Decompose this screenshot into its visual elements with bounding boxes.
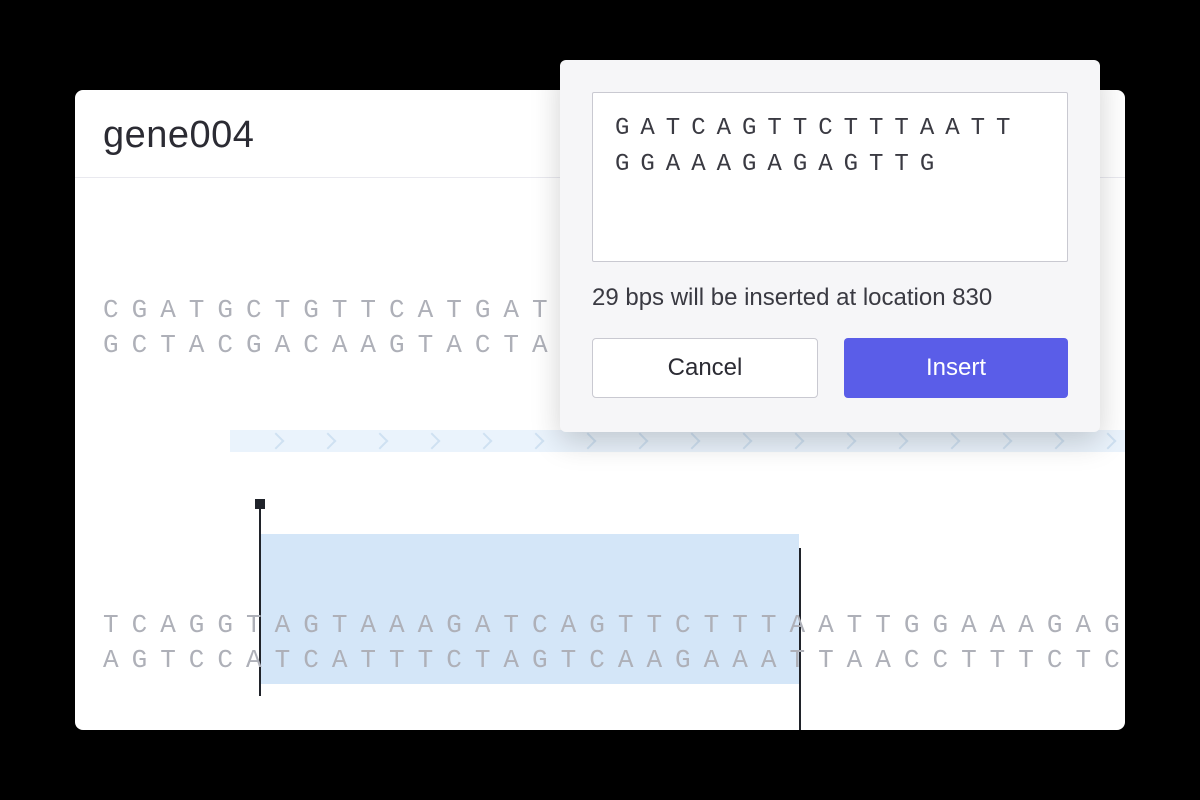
- dialog-actions: Cancel Insert: [592, 338, 1068, 398]
- direction-chevron-icon: [230, 430, 282, 452]
- direction-chevron-icon: [854, 430, 906, 452]
- cancel-button[interactable]: Cancel: [592, 338, 818, 398]
- sequence-block-2-sense[interactable]: TCAGGTAGTAAAGATCAGTTCTTTAATTGGAAAGAGAGTT…: [75, 608, 1125, 643]
- insert-dialog: GATCAGTTCTTTAATTGGAAAGAGAGTTG 29 bps wil…: [560, 60, 1100, 432]
- direction-chevron-icon: [282, 430, 334, 452]
- direction-chevron-icon: [542, 430, 594, 452]
- direction-chevron-icon: [490, 430, 542, 452]
- sequence-block-2: TCAGGTAGTAAAGATCAGTTCTTTAATTGGAAAGAGAGTT…: [75, 608, 1125, 678]
- direction-chevron-icon: [594, 430, 646, 452]
- selection-handle-icon[interactable]: [255, 499, 265, 509]
- direction-chevron-icon: [906, 430, 958, 452]
- direction-chevron-icon: [698, 430, 750, 452]
- direction-chevron-icon: [958, 430, 1010, 452]
- direction-chevron-icon: [750, 430, 802, 452]
- direction-chevron-icon: [438, 430, 490, 452]
- feature-track-1: [230, 430, 1125, 452]
- direction-chevron-icon: [1010, 430, 1062, 452]
- sequence-block-2-antisense[interactable]: AGTCCATCATTTCTAGTCAAGAAATTAACCTTTCTCTCAA…: [75, 643, 1125, 678]
- insert-status-text: 29 bps will be inserted at location 830: [592, 284, 1068, 312]
- insert-button[interactable]: Insert: [844, 338, 1068, 398]
- direction-chevron-icon: [802, 430, 854, 452]
- insert-sequence-input[interactable]: GATCAGTTCTTTAATTGGAAAGAGAGTTG: [592, 92, 1068, 262]
- direction-chevron-icon: [646, 430, 698, 452]
- direction-chevron-icon: [334, 430, 386, 452]
- direction-chevron-icon: [386, 430, 438, 452]
- direction-chevron-icon: [1062, 430, 1114, 452]
